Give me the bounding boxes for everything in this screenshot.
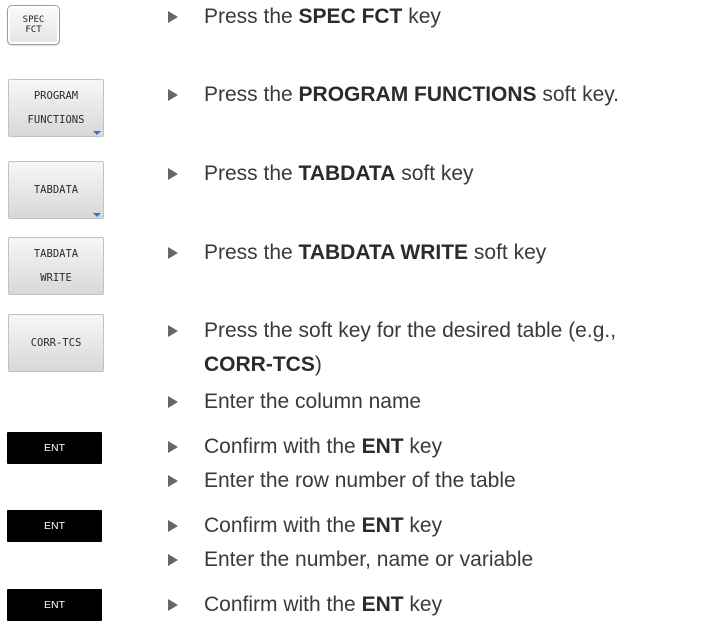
- corr-tcs-softkey-label: CORR-TCS: [30, 337, 82, 349]
- bullet-arrow-icon: [168, 89, 178, 101]
- program-functions-softkey-line2: FUNCTIONS: [27, 114, 85, 126]
- step-text: Confirm with the ENT key: [204, 435, 443, 458]
- submenu-arrow-icon: [93, 213, 101, 217]
- spec-fct-key-line2: FCT: [25, 25, 42, 35]
- step-text: Press the PROGRAM FUNCTIONS soft key.: [204, 83, 620, 106]
- step-text: Press the SPEC FCT key: [204, 5, 441, 28]
- ent-key-2[interactable]: ENT: [7, 510, 102, 542]
- step-text: Press the TABDATA WRITE soft key: [204, 241, 547, 264]
- program-functions-softkey-line1: PROGRAM: [33, 90, 79, 102]
- step-text: Confirm with the ENT key: [204, 514, 443, 537]
- bullet-arrow-icon: [168, 554, 178, 566]
- tabdata-write-softkey-line1: TABDATA: [33, 248, 79, 260]
- bullet-arrow-icon: [168, 11, 178, 23]
- bullet-arrow-icon: [168, 441, 178, 453]
- step-text: Enter the row number of the table: [204, 469, 516, 492]
- ent-key-1[interactable]: ENT: [7, 432, 102, 464]
- tabdata-softkey-label: TABDATA: [33, 184, 79, 196]
- bullet-arrow-icon: [168, 325, 178, 337]
- bullet-arrow-icon: [168, 247, 178, 259]
- step-text: Press the soft key for the desired table…: [204, 319, 617, 376]
- step-text: Press the TABDATA soft key: [204, 162, 474, 185]
- submenu-arrow-icon: [93, 131, 101, 135]
- step-text: Enter the number, name or variable: [204, 548, 534, 571]
- tabdata-write-softkey-line2: WRITE: [40, 272, 72, 284]
- spec-fct-key-line1: SPEC: [22, 15, 45, 25]
- bullet-arrow-icon: [168, 475, 178, 487]
- bullet-arrow-icon: [168, 520, 178, 532]
- tabdata-write-softkey[interactable]: TABDATA WRITE: [8, 237, 104, 295]
- step-text: Confirm with the ENT key: [204, 593, 443, 616]
- bullet-arrow-icon: [168, 168, 178, 180]
- tabdata-softkey[interactable]: TABDATA: [8, 161, 104, 219]
- corr-tcs-softkey[interactable]: CORR-TCS: [8, 314, 104, 372]
- bullet-arrow-icon: [168, 599, 178, 611]
- ent-key-label: ENT: [44, 599, 65, 611]
- ent-key-label: ENT: [44, 520, 65, 532]
- program-functions-softkey[interactable]: PROGRAM FUNCTIONS: [8, 79, 104, 137]
- bullet-arrow-icon: [168, 396, 178, 408]
- spec-fct-key[interactable]: SPEC FCT: [7, 5, 60, 45]
- step-text: Enter the column name: [204, 390, 422, 413]
- ent-key-3[interactable]: ENT: [7, 589, 102, 621]
- ent-key-label: ENT: [44, 442, 65, 454]
